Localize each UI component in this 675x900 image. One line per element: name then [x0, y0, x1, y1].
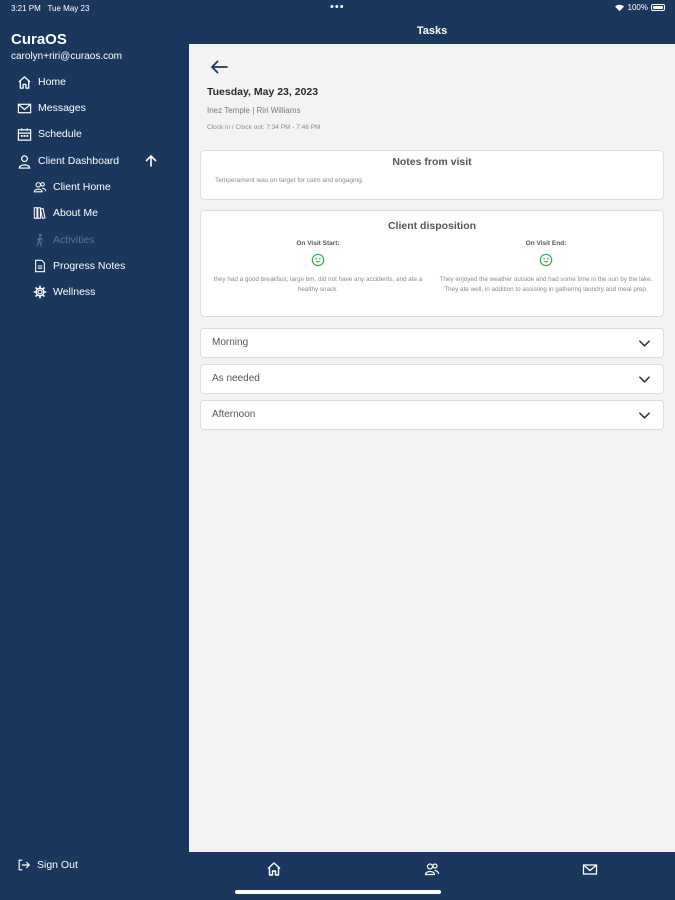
sidebar-subitem-client-home[interactable]: Client Home [33, 177, 111, 197]
notes-text: Temperament was on target for calm and e… [215, 177, 364, 184]
sidebar-subitem-label: About Me [53, 207, 98, 219]
status-time: 3:21 PM Tue May 23 [11, 4, 90, 13]
gear-icon [33, 285, 47, 299]
book-icon [33, 207, 46, 220]
page-title: Tasks [416, 25, 448, 37]
wifi-icon [614, 4, 624, 11]
chevron-down-icon [639, 340, 650, 347]
sidebar-item-schedule[interactable]: Schedule [17, 124, 82, 144]
disposition-start-text: they had a good breakfast, large bm, did… [213, 276, 423, 293]
sidebar-item-label: Schedule [38, 128, 82, 140]
smiley-icon [311, 253, 325, 267]
sidebar-subitem-label: Progress Notes [53, 260, 126, 272]
sidebar-item-label: Client Dashboard [38, 155, 120, 167]
sidebar-item-label: Messages [38, 102, 86, 114]
section-label: Morning [212, 337, 249, 348]
user-email: carolyn+riri@curaos.com [11, 51, 123, 62]
disposition-end-text: They enjoyed the weather outside and had… [439, 276, 653, 293]
sidebar-item-client-dashboard[interactable]: Client Dashboard [17, 151, 119, 171]
mail-icon [17, 103, 32, 113]
visit-participants: Inez Temple | Riri Williams [207, 106, 301, 115]
sidebar-item-label: Home [38, 76, 67, 88]
mail-icon[interactable] [582, 861, 598, 877]
status-date: Tue May 23 [47, 4, 90, 13]
sidebar-subitem-label: Wellness [53, 286, 96, 298]
home-icon[interactable] [266, 861, 282, 877]
chevron-down-icon [639, 412, 650, 419]
sidebar-subitem-wellness[interactable]: Wellness [33, 282, 95, 302]
sign-out-icon [18, 859, 30, 871]
main-content: Tuesday, May 23, 2023 Inez Temple | Riri… [189, 44, 675, 852]
sidebar-item-home[interactable]: Home [17, 72, 66, 92]
section-label: As needed [212, 373, 260, 384]
document-icon [35, 259, 45, 273]
sidebar-item-messages[interactable]: Messages [17, 98, 86, 118]
people-icon [33, 182, 47, 193]
disposition-card: Client disposition On Visit Start: they … [200, 210, 664, 317]
disposition-title: Client disposition [387, 220, 477, 232]
sidebar-subitem-progress-notes[interactable]: Progress Notes [33, 256, 125, 276]
chevron-down-icon [639, 376, 650, 383]
visit-date: Tuesday, May 23, 2023 [207, 86, 319, 98]
status-bar: 3:21 PM Tue May 23 ••• 100% [0, 0, 675, 16]
sidebar-subitem-label: Activities [53, 234, 95, 246]
section-morning[interactable]: Morning [200, 328, 664, 358]
app-title: CuraOS [11, 31, 67, 48]
arrow-up-icon[interactable] [144, 154, 158, 168]
sidebar-subitem-activities: Activities [33, 230, 94, 250]
home-indicator[interactable] [235, 890, 441, 894]
multitask-dots[interactable]: ••• [330, 1, 345, 13]
notes-card: Notes from visit Temperament was on targ… [200, 150, 664, 200]
calendar-icon [17, 127, 32, 141]
person-icon [18, 154, 31, 169]
disposition-start-label: On Visit Start: [296, 240, 340, 247]
activity-icon [36, 233, 44, 247]
home-icon [18, 75, 31, 89]
clock-in-out: Clock in / Clock out: 7:34 PM - 7:46 PM [207, 124, 321, 131]
notes-title: Notes from visit [392, 156, 472, 168]
battery-icon [651, 4, 665, 11]
section-afternoon[interactable]: Afternoon [200, 400, 664, 430]
section-label: Afternoon [212, 409, 256, 420]
sidebar-subitem-label: Client Home [53, 181, 111, 193]
smiley-icon [539, 253, 553, 267]
back-arrow-icon[interactable] [209, 58, 229, 76]
disposition-end-label: On Visit End: [525, 240, 567, 247]
disposition-start: On Visit Start: they had a good breakfas… [207, 240, 429, 295]
sidebar-subitem-about-me[interactable]: About Me [33, 203, 98, 223]
disposition-end: On Visit End: They enjoyed the weather o… [435, 240, 657, 295]
battery-status: 100% [614, 3, 665, 12]
battery-percent: 100% [627, 3, 648, 12]
section-as-needed[interactable]: As needed [200, 364, 664, 394]
sign-out-label: Sign Out [37, 859, 78, 871]
people-icon[interactable] [424, 861, 440, 877]
sign-out-button[interactable]: Sign Out [17, 858, 78, 872]
sidebar: CuraOS carolyn+riri@curaos.com Home Mess… [0, 16, 189, 900]
